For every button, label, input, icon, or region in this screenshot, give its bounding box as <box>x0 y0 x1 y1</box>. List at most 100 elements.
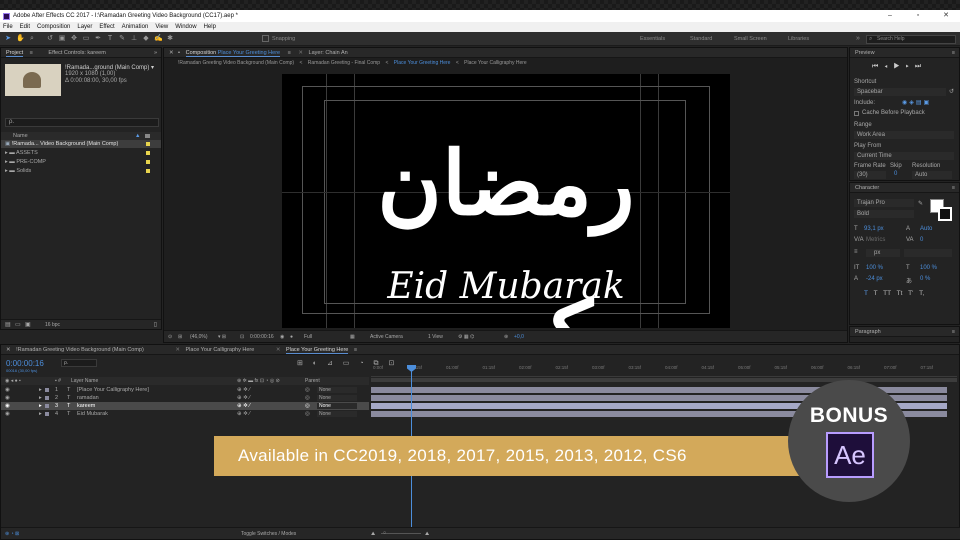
zoom-dropdown[interactable]: (46,0%) <box>190 331 208 343</box>
tracking-value[interactable]: 0 <box>920 237 923 243</box>
visibility-eye-icon[interactable]: ◉ <box>5 386 10 394</box>
parent-pickwhip-icon[interactable]: ◎ <box>305 386 310 394</box>
panel-menu-icon[interactable]: ≡ <box>354 347 357 353</box>
col-parent[interactable]: Parent <box>305 377 320 385</box>
font-style-dropdown[interactable]: Bold <box>854 210 914 218</box>
tab-effect-controls[interactable]: Effect Controls: kareem <box>48 50 105 56</box>
panel-overflow-icon[interactable]: » <box>154 48 157 58</box>
stroke-style-dropdown[interactable] <box>904 249 952 257</box>
tsume-value[interactable]: 0 % <box>920 276 930 282</box>
menu-edit[interactable]: Edit <box>20 24 30 30</box>
views-dropdown[interactable]: 1 View <box>428 331 443 343</box>
twirl-arrow-icon[interactable]: ▸ <box>39 402 42 410</box>
minimize-button[interactable]: – <box>876 10 904 22</box>
snapping-checkbox[interactable] <box>262 35 269 42</box>
timeline-tab-active[interactable]: Place Your Greeting Here <box>285 347 349 354</box>
twirl-arrow-icon[interactable]: ▸ <box>39 386 42 394</box>
font-family-dropdown[interactable]: Trajan Pro <box>854 199 914 207</box>
pan-behind-tool-icon[interactable]: ✥ <box>70 35 78 43</box>
composition-canvas[interactable]: رمضان كريم Eid Mubarak <box>282 74 730 328</box>
timeline-search-input[interactable]: ρ. <box>61 359 97 367</box>
thumb-comp-name[interactable]: !Ramada...ground (Main Comp) ▾ <box>65 64 154 71</box>
quality-dropdown[interactable]: Full <box>304 331 312 343</box>
timeline-zoom-slider[interactable] <box>381 533 421 534</box>
menu-help[interactable]: Help <box>204 24 216 30</box>
layer-row[interactable]: ◉ ▸ 2 T ramadan ⊕ ✲ ⁄ ◎ None <box>1 394 369 402</box>
trash-icon[interactable]: ▯ <box>154 321 157 328</box>
project-search-input[interactable]: ρ. <box>5 118 159 127</box>
tab-layer[interactable]: Layer: Chain An <box>309 50 348 56</box>
tab-project[interactable]: Project <box>6 50 24 57</box>
layer-row[interactable]: ◉ ▸ 3 T kareem ⊕ ✲ ⁄ ◎ None <box>1 402 369 410</box>
vertical-scale-value[interactable]: 100 % <box>866 265 883 271</box>
panel-menu-icon[interactable]: ≡ <box>952 183 955 193</box>
label-swatch[interactable] <box>146 169 150 173</box>
label-swatch[interactable] <box>146 151 150 155</box>
horizontal-scale-value[interactable]: 100 % <box>920 265 937 271</box>
layer-switches-icon[interactable]: ⊕ ✲ ⁄ <box>237 394 250 402</box>
sort-icon[interactable]: ▲ <box>135 132 140 140</box>
stroke-color-swatch[interactable] <box>938 207 952 221</box>
close-tab-icon[interactable]: ✕ <box>276 347 281 353</box>
viewer-timecode[interactable]: 0:00:00:16 <box>250 331 274 343</box>
kerning-value[interactable]: Metrics <box>866 237 885 243</box>
superscript-button[interactable]: T' <box>908 290 913 297</box>
label-swatch[interactable] <box>146 142 150 146</box>
shape-tool-icon[interactable]: ▭ <box>82 35 90 43</box>
parent-pickwhip-icon[interactable]: ◎ <box>305 410 310 418</box>
all-caps-button[interactable]: TT <box>883 290 891 297</box>
reset-icon[interactable]: ↺ <box>949 88 954 95</box>
rotate-tool-icon[interactable]: ↺ <box>46 35 54 43</box>
show-channel-icon[interactable]: ● <box>290 331 293 343</box>
menu-composition[interactable]: Composition <box>37 24 70 30</box>
col-name[interactable]: Name <box>13 133 28 139</box>
menu-window[interactable]: Window <box>175 24 196 30</box>
first-frame-icon[interactable]: ⏮ <box>872 63 884 70</box>
stroke-unit-dropdown[interactable]: px <box>866 249 900 257</box>
hand-tool-icon[interactable]: ✋ <box>16 35 25 43</box>
roto-brush-tool-icon[interactable]: ✍ <box>154 35 163 43</box>
breadcrumb-item[interactable]: Place Your Calligraphy Here <box>464 60 527 66</box>
interpret-footage-icon[interactable]: ▤ <box>5 321 11 328</box>
twirl-arrow-icon[interactable]: ▸ <box>39 410 42 418</box>
layer-name[interactable]: [Place Your Calligraphy Here] <box>77 386 149 394</box>
project-column-header[interactable]: Name ▲ <box>1 132 161 140</box>
twirl-arrow-icon[interactable]: ▸ <box>39 394 42 402</box>
fast-preview-icon[interactable]: ⚙ ▦ ⌬ <box>458 331 474 343</box>
av-features-icon[interactable]: ◉ ◂ ● ▪ <box>5 377 21 385</box>
pen-tool-icon[interactable]: ✒ <box>94 35 102 43</box>
layer-row[interactable]: ◉ ▸ 4 T Eid Mubarak ⊕ ✲ ⁄ ◎ None <box>1 410 369 418</box>
zoom-in-icon[interactable]: ⛰ <box>425 528 429 540</box>
parent-pickwhip-icon[interactable]: ◎ <box>305 402 310 410</box>
always-preview-icon[interactable]: ⊙ <box>168 331 172 343</box>
type-tool-icon[interactable]: T <box>106 35 114 43</box>
region-of-interest-icon[interactable]: ⊡ <box>240 331 244 343</box>
camera-tool-icon[interactable]: ▣ <box>58 35 66 43</box>
fit-icon[interactable]: ▾ ⊞ <box>218 331 226 343</box>
workspace-essentials[interactable]: Essentials <box>640 36 665 42</box>
breadcrumb-item[interactable]: Ramadan Greeting - Final Comp <box>308 60 380 66</box>
project-item[interactable]: ▣ !Ramada... Video Background (Main Comp… <box>1 140 161 148</box>
workspace-standard[interactable]: Standard <box>690 36 712 42</box>
bpc-indicator[interactable]: 16 bpc <box>45 322 60 328</box>
menu-effect[interactable]: Effect <box>99 24 114 30</box>
selection-tool-icon[interactable]: ➤ <box>4 35 12 43</box>
exposure-icon[interactable]: ⊛ <box>504 331 508 343</box>
close-tab-icon[interactable]: ✕ <box>6 347 11 353</box>
close-tab-icon[interactable]: ✕ <box>175 347 180 353</box>
panel-menu-icon[interactable]: ≡ <box>952 48 955 58</box>
label-swatch[interactable] <box>45 412 49 416</box>
last-frame-icon[interactable]: ⏭ <box>915 63 927 70</box>
layer-row[interactable]: ◉ ▸ 1 T [Place Your Calligraphy Here] ⊕ … <box>1 386 369 394</box>
panel-menu-icon[interactable]: ≡ <box>288 50 291 56</box>
search-help-input[interactable]: ⌕ Search Help <box>866 35 956 44</box>
breadcrumb-item[interactable]: !Ramadan Greeting Video Background (Main… <box>178 60 294 66</box>
panel-menu-icon[interactable]: ≡ <box>952 327 955 337</box>
menu-file[interactable]: File <box>3 24 13 30</box>
shortcut-dropdown[interactable]: Spacebar <box>854 88 946 96</box>
toggle-switches-modes[interactable]: Toggle Switches / Modes <box>241 528 296 540</box>
zoom-slider-handle[interactable]: ○ <box>383 527 386 539</box>
label-swatch[interactable] <box>45 404 49 408</box>
layer-switches-icon[interactable]: ⊕ ✲ ⁄ <box>237 402 250 410</box>
label-swatch[interactable] <box>45 388 49 392</box>
